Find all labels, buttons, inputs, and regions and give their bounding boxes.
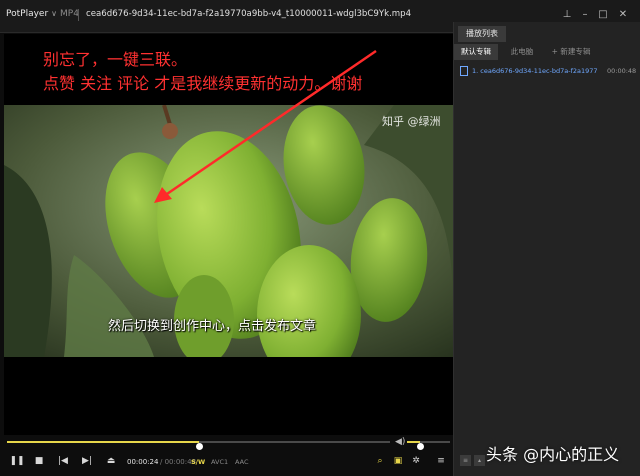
gear-icon[interactable]: ✲ <box>408 453 424 469</box>
playlist-item-duration: 00:00:48 <box>607 67 637 75</box>
subtitle-text: 然后切换到创作中心，点击发布文章 <box>108 319 317 334</box>
tab-new-album[interactable]: + 新建专辑 <box>546 44 596 60</box>
sw-toggle[interactable]: S/W <box>191 458 205 466</box>
format-label: MP4 <box>60 9 79 19</box>
playlist-icon[interactable]: ▣ <box>390 453 406 469</box>
tab-this-pc[interactable]: 此电脑 <box>500 44 544 60</box>
app-menu-button[interactable]: PotPlayer ∨ <box>6 9 57 19</box>
app-name: PotPlayer <box>6 9 49 19</box>
audio-codec: AAC <box>235 458 249 466</box>
volume-icon[interactable]: ◀) <box>395 437 405 447</box>
playlist-item-name: 1. cea6d676-9d34-11ec-bd7a-f2a19770a9bb-… <box>472 67 597 75</box>
tab-playlist[interactable]: 播放列表 <box>458 26 506 42</box>
credit-watermark: 头条 @内心的正义 <box>486 445 620 464</box>
volume-slider[interactable] <box>407 441 450 450</box>
next-icon[interactable]: ▶| <box>79 453 95 469</box>
chevron-down-icon: ∨ <box>51 9 58 18</box>
playlist-tab-row: 播放列表 <box>454 26 640 42</box>
seek-bar-row: ◀) <box>4 436 453 450</box>
playlist-item[interactable]: 1. cea6d676-9d34-11ec-bd7a-f2a19770a9bb-… <box>460 65 638 79</box>
playlist-panel: 播放列表 默认专辑 此电脑 + 新建专辑 1. cea6d676-9d34-11… <box>453 22 640 476</box>
annotation-arrow <box>154 49 377 203</box>
control-bar: ❚❚ ■ |◀ ▶| ⏏ 00:00:24 / 00:00:48 S/W AVC… <box>0 449 455 473</box>
divider <box>78 9 79 21</box>
pause-icon[interactable]: ❚❚ <box>9 453 25 469</box>
seek-bar-fill <box>7 441 199 443</box>
add-icon[interactable]: ≡ <box>460 455 471 466</box>
video-codec: AVC1 <box>211 458 229 466</box>
video-area[interactable]: 别忘了，一键三联。 点赞 关注 评论 才是我继续更新的动力。谢谢 知乎 @绿洲 … <box>4 34 453 435</box>
album-tabs: 默认专辑 此电脑 + 新建专辑 <box>454 44 640 60</box>
tab-default-album[interactable]: 默认专辑 <box>454 44 498 60</box>
previous-icon[interactable]: |◀ <box>55 453 71 469</box>
remove-icon[interactable]: ▴ <box>474 455 485 466</box>
stop-icon[interactable]: ■ <box>31 453 47 469</box>
menu-icon[interactable]: ≡ <box>433 453 449 469</box>
file-title: cea6d676-9d34-11ec-bd7a-f2a19770a9bb-v4_… <box>86 9 412 19</box>
watermark: 知乎 @绿洲 <box>382 115 441 128</box>
search-icon[interactable]: ⌕ <box>372 453 388 469</box>
current-time: 00:00:24 <box>127 458 159 466</box>
seek-bar[interactable] <box>7 441 390 450</box>
eject-icon[interactable]: ⏏ <box>103 453 119 469</box>
file-icon <box>460 66 468 76</box>
